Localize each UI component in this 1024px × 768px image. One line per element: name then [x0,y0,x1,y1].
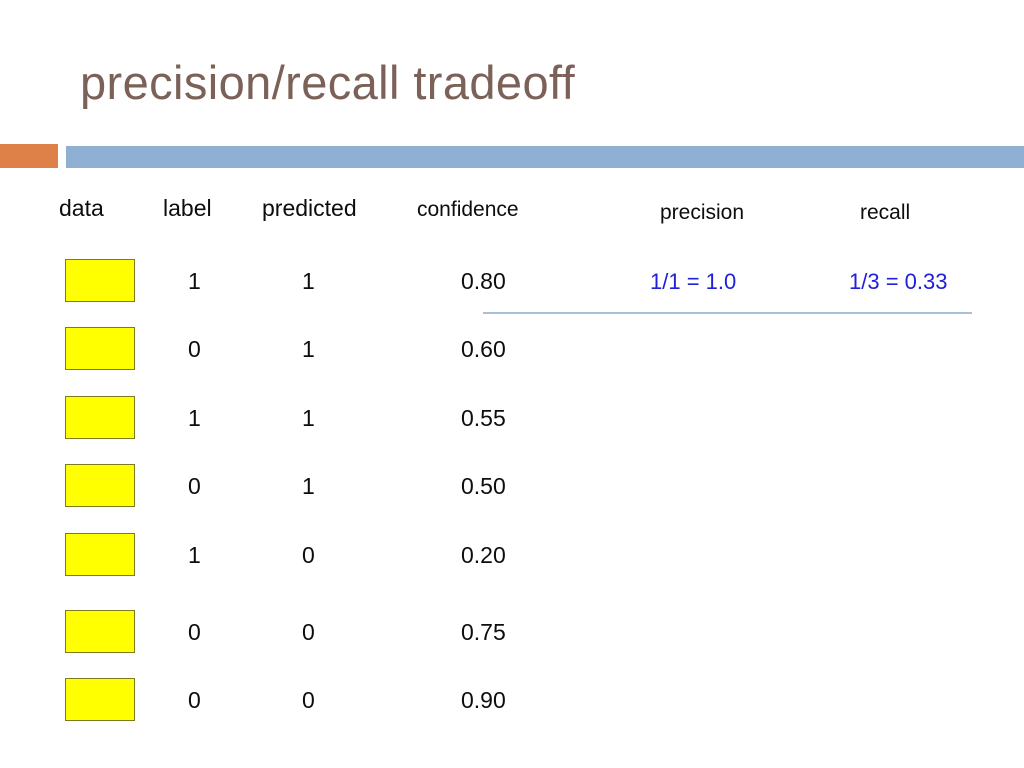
cell-predicted: 0 [302,542,315,568]
cell-confidence: 0.20 [461,542,506,568]
cell-predicted: 0 [302,687,315,713]
column-header-confidence: confidence [417,198,519,221]
cell-label: 0 [188,473,201,499]
data-sample-box [65,610,135,653]
data-sample-box [65,327,135,370]
cell-label: 1 [188,268,201,294]
column-header-precision: precision [660,201,745,224]
cell-predicted: 1 [302,473,315,499]
cell-predicted: 0 [302,619,315,645]
table-row: 0 1 0.60 [0,327,1024,373]
cell-predicted: 1 [302,336,315,362]
data-sample-box [65,396,135,439]
column-header-recall: recall [860,201,911,224]
cell-confidence: 0.75 [461,619,506,645]
table-row: 0 1 0.50 [0,464,1024,510]
column-header-predicted: predicted [262,195,357,221]
page-title: precision/recall tradeoff [80,56,576,109]
metric-divider [483,312,972,314]
table-row: 1 0 0.20 [0,533,1024,579]
cell-label: 0 [188,336,201,362]
cell-predicted: 1 [302,405,315,431]
cell-confidence: 0.55 [461,405,506,431]
cell-precision: 1/1 = 1.0 [650,269,737,294]
cell-predicted: 1 [302,268,315,294]
column-header-label: label [163,195,212,221]
data-sample-box [65,533,135,576]
data-sample-box [65,259,135,302]
accent-bar-orange [0,144,58,168]
table-row: 1 1 0.55 [0,396,1024,442]
cell-confidence: 0.60 [461,336,506,362]
cell-confidence: 0.50 [461,473,506,499]
cell-confidence: 0.90 [461,687,506,713]
cell-label: 0 [188,619,201,645]
data-sample-box [65,464,135,507]
table-row: 1 1 0.80 1/1 = 1.0 1/3 = 0.33 [0,259,1024,305]
accent-bar-blue [66,146,1024,168]
cell-label: 0 [188,687,201,713]
table-row: 0 0 0.90 [0,678,1024,724]
cell-confidence: 0.80 [461,268,506,294]
data-sample-box [65,678,135,721]
column-header-data: data [59,195,104,221]
table-row: 0 0 0.75 [0,610,1024,656]
cell-label: 1 [188,405,201,431]
cell-recall: 1/3 = 0.33 [849,269,948,294]
cell-label: 1 [188,542,201,568]
slide-canvas: precision/recall tradeoff data label pre… [0,0,1024,768]
